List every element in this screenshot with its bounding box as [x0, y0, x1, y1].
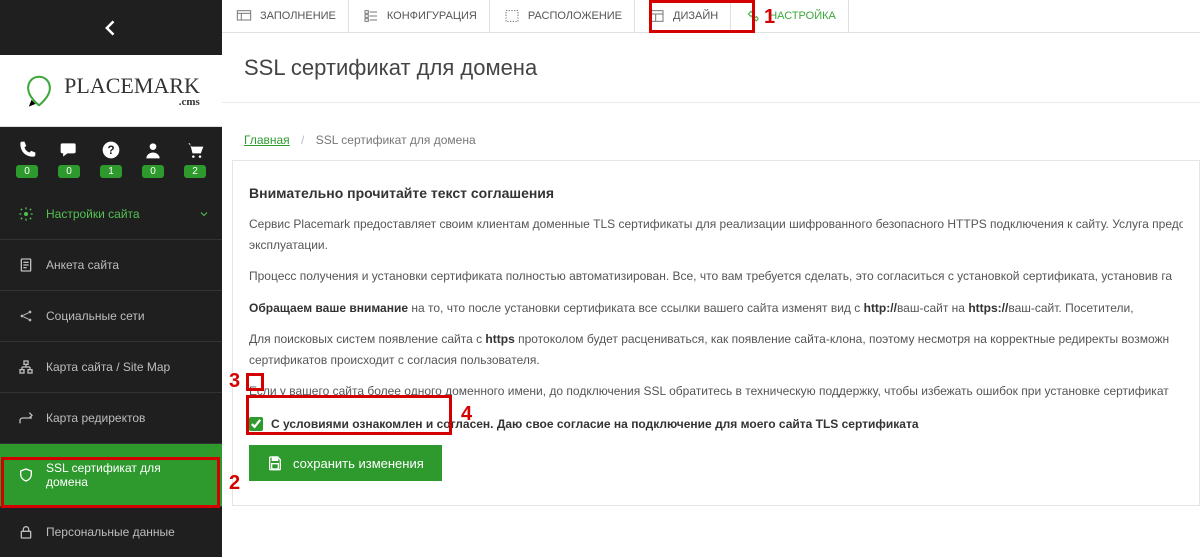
- form-icon: [18, 257, 34, 273]
- user-icon: [143, 140, 163, 160]
- redirect-icon: [18, 410, 34, 426]
- consent-row: С условиями ознакомлен и согласен. Даю с…: [249, 417, 1183, 431]
- sidebar-item-label: Карта редиректов: [46, 411, 145, 425]
- tab-fill[interactable]: ЗАПОЛНЕНИЕ: [222, 0, 349, 32]
- content-p3-bold: Обращаем ваше внимание: [249, 301, 408, 315]
- annotation-num-3: 3: [229, 370, 240, 393]
- gear-icon: [18, 206, 34, 222]
- content-heading: Внимательно прочитайте текст соглашения: [249, 185, 1183, 201]
- tab-label: ДИЗАЙН: [673, 10, 718, 22]
- page-title-bar: SSL сертификат для домена: [222, 33, 1200, 103]
- logo-panel: placemark .cms: [0, 55, 222, 127]
- shield-icon: [18, 467, 34, 483]
- quick-phone[interactable]: 0: [16, 140, 38, 178]
- sidebar-item-ssl[interactable]: SSL сертификат для домена: [0, 443, 222, 506]
- placemark-logo-icon: [22, 74, 56, 108]
- annotation-num-1: 1: [764, 6, 775, 29]
- annotation-num-2: 2: [229, 472, 240, 495]
- content-p1b: эксплуатации.: [249, 236, 1183, 255]
- layout-icon: [234, 8, 254, 24]
- sidebar-item-site-profile[interactable]: Анкета сайта: [0, 239, 222, 290]
- sidebar-menu: Настройки сайта Анкета сайта Социальные …: [0, 189, 222, 557]
- back-button[interactable]: [95, 12, 127, 44]
- consent-label[interactable]: С условиями ознакомлен и согласен. Даю с…: [271, 417, 919, 431]
- logo-name: placemark: [64, 73, 200, 98]
- tab-settings[interactable]: НАСТРОЙКА: [731, 0, 849, 32]
- tab-label: ЗАПОЛНЕНИЕ: [260, 10, 336, 22]
- breadcrumb-current: SSL сертификат для домена: [316, 133, 476, 147]
- save-button[interactable]: сохранить изменения: [249, 445, 442, 481]
- share-icon: [18, 308, 34, 324]
- content-p2: Процесс получения и установки сертификат…: [249, 267, 1183, 286]
- content-panel: Внимательно прочитайте текст соглашения …: [232, 160, 1200, 506]
- tab-label: РАСПОЛОЖЕНИЕ: [528, 10, 622, 22]
- help-icon: ?: [101, 140, 121, 160]
- consent-checkbox[interactable]: [249, 417, 263, 431]
- tab-config[interactable]: КОНФИГУРАЦИЯ: [349, 0, 490, 32]
- sidebar-item-redirects[interactable]: Карта редиректов: [0, 392, 222, 443]
- sidebar-item-label: Анкета сайта: [46, 258, 119, 272]
- list-icon: [361, 8, 381, 24]
- page-title: SSL сертификат для домена: [244, 55, 537, 81]
- sidebar-item-label: SSL сертификат для домена: [46, 461, 204, 489]
- selection-icon: [502, 8, 522, 24]
- sidebar-item-label: Карта сайта / Site Map: [46, 360, 170, 374]
- lock-icon: [18, 524, 34, 540]
- breadcrumb-home[interactable]: Главная: [244, 133, 290, 147]
- tab-label: КОНФИГУРАЦИЯ: [387, 10, 477, 22]
- sidebar-item-personal-data[interactable]: Персональные данные: [0, 506, 222, 557]
- tab-design[interactable]: ДИЗАЙН: [635, 0, 731, 32]
- sidebar-item-sitemap[interactable]: Карта сайта / Site Map: [0, 341, 222, 392]
- quick-user[interactable]: 0: [142, 140, 164, 178]
- logo[interactable]: placemark .cms: [22, 73, 200, 108]
- tab-label: НАСТРОЙКА: [769, 10, 836, 22]
- save-button-label: сохранить изменения: [293, 456, 424, 471]
- quick-chat[interactable]: 0: [58, 140, 80, 178]
- quick-help[interactable]: ? 1: [100, 140, 122, 178]
- breadcrumb-sep: /: [301, 133, 304, 147]
- chat-icon: [59, 140, 79, 160]
- save-icon: [267, 455, 283, 471]
- cart-icon: [185, 140, 205, 160]
- content-p4: Для поисковых систем появление сайта с h…: [249, 330, 1183, 349]
- sidebar-item-site-settings[interactable]: Настройки сайта: [0, 189, 222, 239]
- content-p1a: Сервис Placemark предоставляет своим кли…: [249, 215, 1183, 234]
- sidebar-item-social[interactable]: Социальные сети: [0, 290, 222, 341]
- content-p5: Если у вашего сайта более одного доменно…: [249, 382, 1183, 401]
- content-p3: Обращаем ваше внимание на то, что после …: [249, 299, 1183, 318]
- sidebar-header: [0, 0, 222, 55]
- sidebar-item-label: Настройки сайта: [46, 207, 140, 221]
- badge: 1: [100, 165, 122, 178]
- sidebar-item-label: Социальные сети: [46, 309, 145, 323]
- tab-position[interactable]: РАСПОЛОЖЕНИЕ: [490, 0, 635, 32]
- sidebar-quick-icons: 0 0 ? 1 0 2: [0, 127, 222, 189]
- top-tabs: ЗАПОЛНЕНИЕ КОНФИГУРАЦИЯ РАСПОЛОЖЕНИЕ ДИЗ…: [222, 0, 1200, 33]
- content-p4c: сертификатов происходит с согласия польз…: [249, 351, 1183, 370]
- phone-icon: [17, 140, 37, 160]
- badge: 0: [16, 165, 38, 178]
- svg-text:?: ?: [107, 144, 114, 157]
- sitemap-icon: [18, 359, 34, 375]
- sidebar-item-label: Персональные данные: [46, 525, 175, 539]
- badge: 0: [142, 165, 164, 178]
- annotation-num-4: 4: [461, 403, 472, 426]
- design-icon: [647, 8, 667, 24]
- chevron-down-icon: [198, 208, 210, 220]
- breadcrumb: Главная / SSL сертификат для домена: [232, 123, 1200, 157]
- quick-cart[interactable]: 2: [184, 140, 206, 178]
- badge: 2: [184, 165, 206, 178]
- gears-icon: [743, 8, 763, 24]
- badge: 0: [58, 165, 80, 178]
